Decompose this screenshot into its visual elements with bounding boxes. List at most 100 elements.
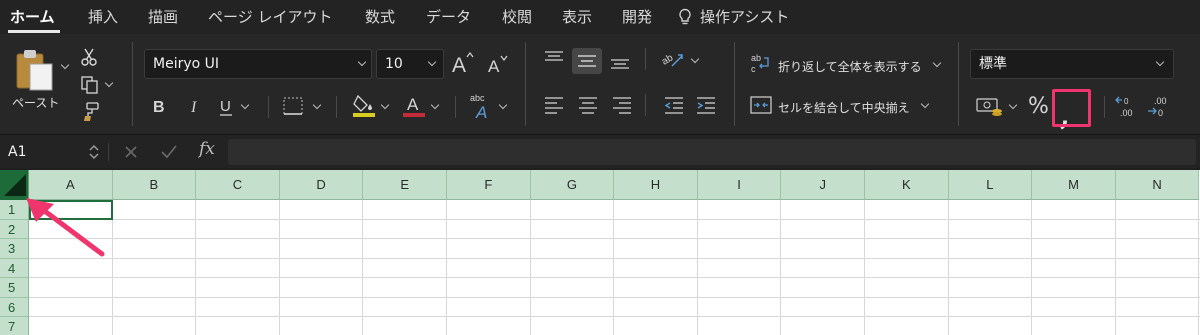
font-size-select[interactable]: 10 [376, 49, 444, 79]
column-header-h[interactable]: H [614, 170, 698, 200]
format-painter-icon[interactable] [80, 102, 100, 122]
copy-icon[interactable] [80, 76, 100, 94]
table-row[interactable] [29, 239, 1200, 259]
copy-options-chevron-icon[interactable] [104, 78, 114, 88]
column-header-i[interactable]: I [697, 170, 782, 200]
table-row[interactable] [29, 278, 1200, 298]
separator [268, 96, 269, 118]
separator [336, 96, 337, 118]
decrease-font-size-icon[interactable]: A [486, 53, 512, 75]
table-row[interactable] [29, 317, 1200, 335]
insert-function-button[interactable]: fx [199, 139, 215, 159]
svg-text:.00: .00 [1154, 96, 1167, 106]
formula-input[interactable] [228, 139, 1196, 165]
select-all-triangle-icon [4, 174, 26, 196]
row-header-6[interactable]: 6 [0, 297, 29, 317]
svg-text:0: 0 [1124, 97, 1129, 106]
accounting-format-icon[interactable] [976, 94, 1004, 118]
tab-data[interactable]: データ [426, 8, 471, 26]
align-bottom-icon[interactable] [610, 54, 630, 72]
separator [645, 48, 646, 70]
separator [645, 94, 646, 116]
paste-options-chevron-icon[interactable] [60, 60, 70, 70]
align-right-icon[interactable] [612, 96, 632, 114]
tab-review[interactable]: 校閲 [502, 8, 532, 26]
enter-checkmark-icon[interactable] [160, 144, 178, 160]
increase-decimal-icon[interactable]: 0 .00 [1114, 94, 1140, 118]
column-header-g[interactable]: G [530, 170, 615, 200]
align-left-icon[interactable] [544, 96, 564, 114]
fill-color-chevron-icon[interactable] [380, 100, 390, 110]
borders-icon[interactable] [282, 96, 304, 116]
tab-tell-me[interactable]: 操作アシスト [700, 8, 789, 26]
column-header-e[interactable]: E [363, 170, 447, 200]
align-top-icon[interactable] [544, 50, 564, 68]
wrap-text-button[interactable]: 折り返して全体を表示する [778, 58, 922, 75]
decrease-decimal-icon[interactable]: .00 0 [1146, 94, 1172, 118]
font-color-chevron-icon[interactable] [430, 100, 440, 110]
text-orientation-icon[interactable]: ab [660, 48, 686, 70]
font-color-icon[interactable]: A [402, 92, 426, 118]
merge-center-icon[interactable] [750, 96, 772, 114]
tab-formulas[interactable]: 数式 [365, 8, 395, 26]
bold-icon[interactable]: B [150, 96, 168, 116]
underline-icon[interactable]: U [217, 96, 235, 118]
fill-color-icon[interactable] [352, 92, 376, 118]
accounting-chevron-icon[interactable] [1008, 100, 1018, 110]
paste-icon[interactable] [14, 46, 58, 94]
number-format-select[interactable]: 標準 [970, 49, 1174, 79]
number-format-value: 標準 [979, 56, 1007, 72]
table-row[interactable] [29, 200, 1200, 220]
column-header-m[interactable]: M [1032, 170, 1116, 200]
tab-developer[interactable]: 開発 [622, 8, 652, 26]
increase-indent-icon[interactable] [696, 96, 716, 114]
table-row[interactable] [29, 220, 1200, 239]
column-header-j[interactable]: J [781, 170, 865, 200]
svg-text:ab: ab [751, 53, 761, 63]
column-header-d[interactable]: D [279, 170, 364, 200]
merge-center-chevron-icon[interactable] [920, 99, 930, 109]
column-header-c[interactable]: C [196, 170, 280, 200]
paste-label[interactable]: ペースト [12, 94, 59, 111]
svg-text:0: 0 [1158, 108, 1163, 118]
worksheet-grid[interactable]: ABCDEFGHIJKLMN 1234567 [0, 170, 1200, 335]
borders-options-chevron-icon[interactable] [312, 100, 322, 110]
column-header-k[interactable]: K [865, 170, 949, 200]
italic-icon[interactable]: I [186, 96, 204, 116]
row-header-4[interactable]: 4 [0, 258, 29, 278]
tab-page-layout[interactable]: ページ レイアウト [208, 8, 332, 26]
table-row[interactable] [29, 298, 1200, 317]
tab-view[interactable]: 表示 [562, 8, 592, 26]
active-tab-indicator [8, 30, 60, 33]
tab-home[interactable]: ホーム [10, 8, 55, 26]
phonetic-options-chevron-icon[interactable] [498, 100, 508, 110]
svg-text:A: A [407, 95, 419, 114]
wrap-text-chevron-icon[interactable] [932, 58, 942, 68]
wrap-text-icon[interactable]: ab c [750, 52, 772, 74]
table-row[interactable] [29, 259, 1200, 278]
cancel-icon[interactable] [124, 145, 138, 159]
font-name-select[interactable]: Meiryo UI [144, 49, 372, 79]
ribbon-home: ペースト Meiryo UI 10 A A B I U A abc A ab a… [0, 34, 1200, 134]
decrease-indent-icon[interactable] [664, 96, 684, 114]
merge-center-button[interactable]: セルを結合して中央揃え [778, 99, 910, 116]
row-header-5[interactable]: 5 [0, 278, 29, 298]
align-middle-button[interactable] [572, 48, 602, 74]
orientation-chevron-icon[interactable] [690, 54, 700, 64]
row-header-7[interactable]: 7 [0, 317, 29, 335]
percent-style-button[interactable]: % [1028, 94, 1049, 119]
comma-highlight-box [1052, 89, 1091, 127]
column-header-l[interactable]: L [948, 170, 1033, 200]
align-center-icon[interactable] [578, 96, 598, 114]
increase-font-size-icon[interactable]: A [450, 51, 476, 75]
tab-insert[interactable]: 挿入 [88, 8, 118, 26]
column-header-n[interactable]: N [1115, 170, 1200, 200]
underline-options-chevron-icon[interactable] [240, 100, 250, 110]
scissors-icon[interactable] [80, 48, 98, 66]
name-box-stepper-icon[interactable] [88, 143, 100, 161]
svg-text:abc: abc [470, 93, 485, 103]
column-header-b[interactable]: B [112, 170, 197, 200]
tab-draw[interactable]: 描画 [148, 8, 178, 26]
phonetic-guide-icon[interactable]: abc A [468, 92, 494, 120]
column-header-f[interactable]: F [447, 170, 531, 200]
